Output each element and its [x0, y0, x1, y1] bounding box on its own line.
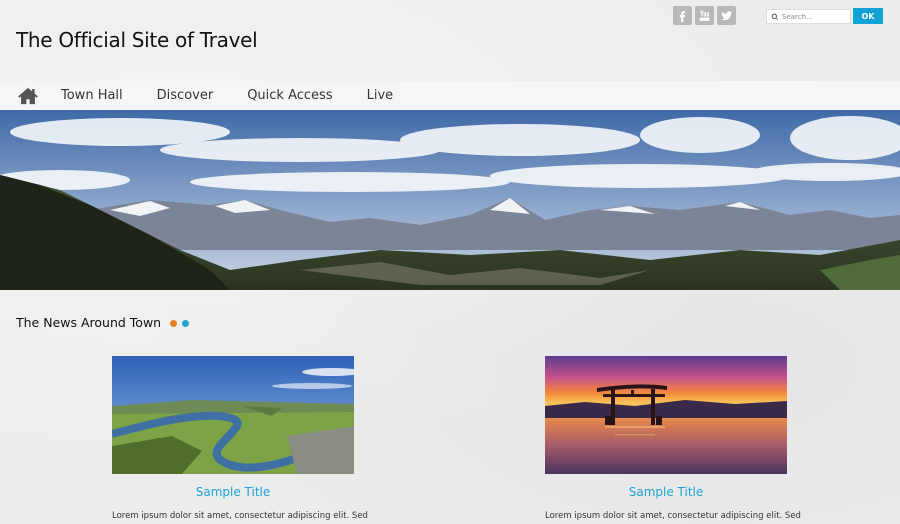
news-heading-text: The News Around Town	[16, 315, 162, 330]
facebook-icon[interactable]	[673, 6, 692, 25]
search-input[interactable]	[779, 12, 848, 21]
news-card-excerpt: Lorem ipsum dolor sit amet, consectetur …	[112, 511, 368, 521]
news-card-image-river-valley[interactable]	[112, 356, 354, 474]
main-nav: Town Hall Discover Quick Access Live	[0, 81, 900, 110]
home-icon[interactable]	[18, 87, 40, 105]
search-ok-button[interactable]: OK	[853, 8, 883, 24]
carousel-dots	[170, 320, 190, 327]
news-card-title[interactable]: Sample Title	[545, 485, 787, 499]
news-card-image-torii-sunset[interactable]	[545, 356, 787, 474]
social-links	[673, 6, 736, 25]
carousel-dot-1[interactable]	[170, 320, 178, 327]
carousel-dot-2[interactable]	[182, 320, 190, 327]
nav-item-discover[interactable]: Discover	[157, 88, 214, 103]
news-section-heading: The News Around Town	[16, 315, 190, 330]
twitter-icon[interactable]	[717, 6, 736, 25]
search-box	[766, 9, 851, 24]
hero-banner-image	[0, 110, 900, 290]
nav-item-quick-access[interactable]: Quick Access	[247, 88, 332, 103]
news-card-excerpt: Lorem ipsum dolor sit amet, consectetur …	[545, 511, 801, 521]
nav-item-live[interactable]: Live	[367, 88, 394, 103]
site-title[interactable]: The Official Site of Travel	[16, 28, 258, 52]
youtube-icon[interactable]	[695, 6, 714, 25]
news-card-2: Sample Title Lorem ipsum dolor sit amet,…	[545, 356, 801, 521]
search-icon	[771, 13, 779, 20]
news-card-title[interactable]: Sample Title	[112, 485, 354, 499]
nav-item-town-hall[interactable]: Town Hall	[61, 88, 123, 103]
news-card-1: Sample Title Lorem ipsum dolor sit amet,…	[112, 356, 368, 521]
